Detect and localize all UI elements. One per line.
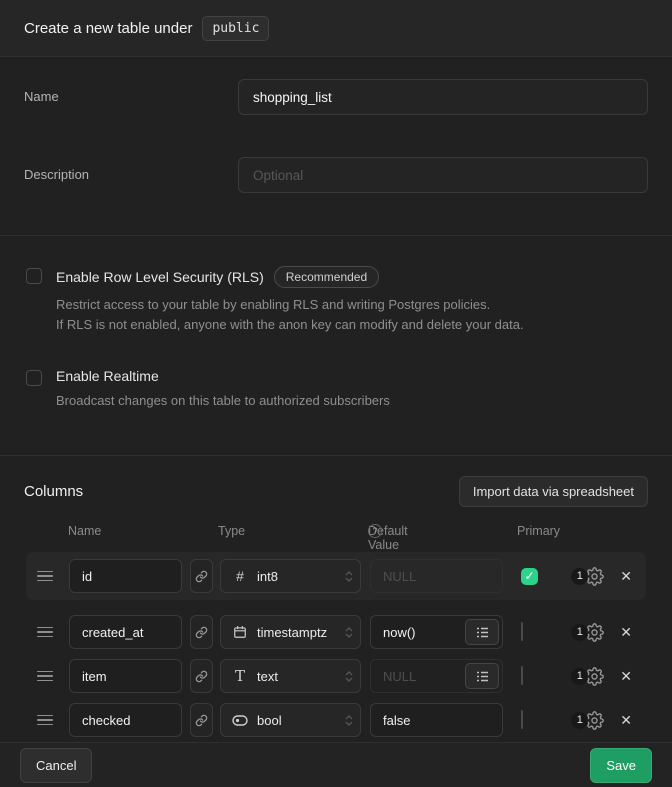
default-value-input[interactable] — [370, 703, 503, 737]
close-icon: ✕ — [620, 624, 632, 640]
remove-column-button[interactable]: ✕ — [618, 622, 634, 643]
column-name-input[interactable] — [69, 703, 182, 737]
column-settings-button[interactable] — [585, 667, 604, 686]
drag-handle-icon[interactable] — [37, 715, 53, 726]
settings-count-badge: 1 — [571, 624, 588, 641]
settings-count-badge: 1 — [571, 712, 588, 729]
schema-badge: public — [202, 16, 269, 41]
help-icon[interactable]: ? — [368, 524, 382, 538]
drag-handle-icon[interactable] — [37, 627, 53, 638]
primary-checkbox[interactable] — [521, 710, 523, 729]
remove-column-button[interactable]: ✕ — [618, 666, 634, 687]
default-value-menu-button[interactable] — [465, 663, 499, 689]
rls-label: Enable Row Level Security (RLS) — [56, 269, 264, 285]
header-type: Type — [218, 524, 245, 538]
header-primary: Primary — [517, 524, 560, 538]
columns-section: Columns Import data via spreadsheet Name… — [0, 456, 672, 742]
remove-column-button[interactable]: ✕ — [618, 566, 634, 587]
name-label: Name — [24, 79, 238, 104]
description-row: Description — [24, 157, 648, 193]
name-row: Name — [24, 79, 648, 115]
column-type-select[interactable]: bool — [220, 703, 361, 737]
realtime-option: Enable Realtime Broadcast changes on thi… — [26, 368, 648, 411]
toggle-icon — [232, 715, 248, 726]
link-icon — [195, 670, 208, 683]
foreign-key-button[interactable] — [190, 703, 213, 737]
create-table-dialog: Create a new table under public Name Des… — [0, 0, 672, 787]
cancel-button[interactable]: Cancel — [20, 748, 92, 783]
column-name-input[interactable] — [69, 615, 182, 649]
remove-column-button[interactable]: ✕ — [618, 710, 634, 731]
settings-count-badge: 1 — [571, 668, 588, 685]
default-value-input — [370, 559, 503, 593]
link-icon — [195, 714, 208, 727]
gear-icon — [585, 623, 604, 642]
hash-icon: # — [232, 568, 248, 584]
dialog-title: Create a new table under — [24, 20, 192, 37]
rls-checkbox[interactable] — [26, 268, 42, 284]
dialog-header: Create a new table under public — [0, 0, 672, 57]
chevron-updown-icon — [344, 627, 354, 638]
primary-checkbox[interactable] — [521, 666, 523, 685]
primary-checkbox[interactable] — [521, 622, 523, 641]
column-name-input[interactable] — [69, 659, 182, 693]
column-type-select[interactable]: T text — [220, 659, 361, 693]
close-icon: ✕ — [620, 568, 632, 584]
chevron-updown-icon — [344, 671, 354, 682]
close-icon: ✕ — [620, 712, 632, 728]
calendar-icon — [232, 625, 248, 639]
table-name-input[interactable] — [238, 79, 648, 115]
link-icon — [195, 570, 208, 583]
save-button[interactable]: Save — [590, 748, 652, 783]
columns-table-headers: Name Type Default Value ? Primary — [24, 524, 648, 544]
realtime-label: Enable Realtime — [56, 368, 159, 384]
column-settings-button[interactable] — [585, 567, 604, 586]
columns-title: Columns — [24, 483, 83, 500]
rls-option: Enable Row Level Security (RLS) Recommen… — [26, 266, 648, 335]
gear-icon — [585, 667, 604, 686]
list-icon — [476, 671, 489, 682]
list-icon — [476, 627, 489, 638]
column-settings-button[interactable] — [585, 623, 604, 642]
column-row: # int8 ✓ 1 ✕ — [26, 552, 646, 600]
column-settings-button[interactable] — [585, 711, 604, 730]
rls-description: Restrict access to your table by enablin… — [56, 295, 648, 335]
settings-count-badge: 1 — [571, 568, 588, 585]
realtime-description: Broadcast changes on this table to autho… — [56, 391, 648, 411]
column-row: T text 1 ✕ — [26, 654, 646, 698]
column-row: timestamptz 1 ✕ — [26, 610, 646, 654]
drag-handle-icon[interactable] — [37, 571, 53, 582]
column-name-input[interactable] — [69, 559, 182, 593]
close-icon: ✕ — [620, 668, 632, 684]
primary-checkbox[interactable]: ✓ — [521, 568, 538, 585]
column-type-select[interactable]: timestamptz — [220, 615, 361, 649]
foreign-key-button[interactable] — [190, 615, 213, 649]
foreign-key-button[interactable] — [190, 659, 213, 693]
realtime-checkbox[interactable] — [26, 370, 42, 386]
foreign-key-button[interactable] — [190, 559, 213, 593]
dialog-footer: Cancel Save — [0, 742, 672, 787]
gear-icon — [585, 567, 604, 586]
column-type-select[interactable]: # int8 — [220, 559, 361, 593]
default-value-menu-button[interactable] — [465, 619, 499, 645]
options-section: Enable Row Level Security (RLS) Recommen… — [0, 236, 672, 456]
import-spreadsheet-button[interactable]: Import data via spreadsheet — [459, 476, 648, 507]
description-label: Description — [24, 157, 238, 182]
table-info-section: Name Description — [0, 57, 672, 236]
table-description-input[interactable] — [238, 157, 648, 193]
drag-handle-icon[interactable] — [37, 671, 53, 682]
recommended-badge: Recommended — [274, 266, 379, 288]
column-row: bool 1 ✕ — [26, 698, 646, 742]
text-type-icon: T — [232, 667, 248, 685]
header-name: Name — [68, 524, 101, 538]
chevron-updown-icon — [344, 571, 354, 582]
link-icon — [195, 626, 208, 639]
gear-icon — [585, 711, 604, 730]
chevron-updown-icon — [344, 715, 354, 726]
